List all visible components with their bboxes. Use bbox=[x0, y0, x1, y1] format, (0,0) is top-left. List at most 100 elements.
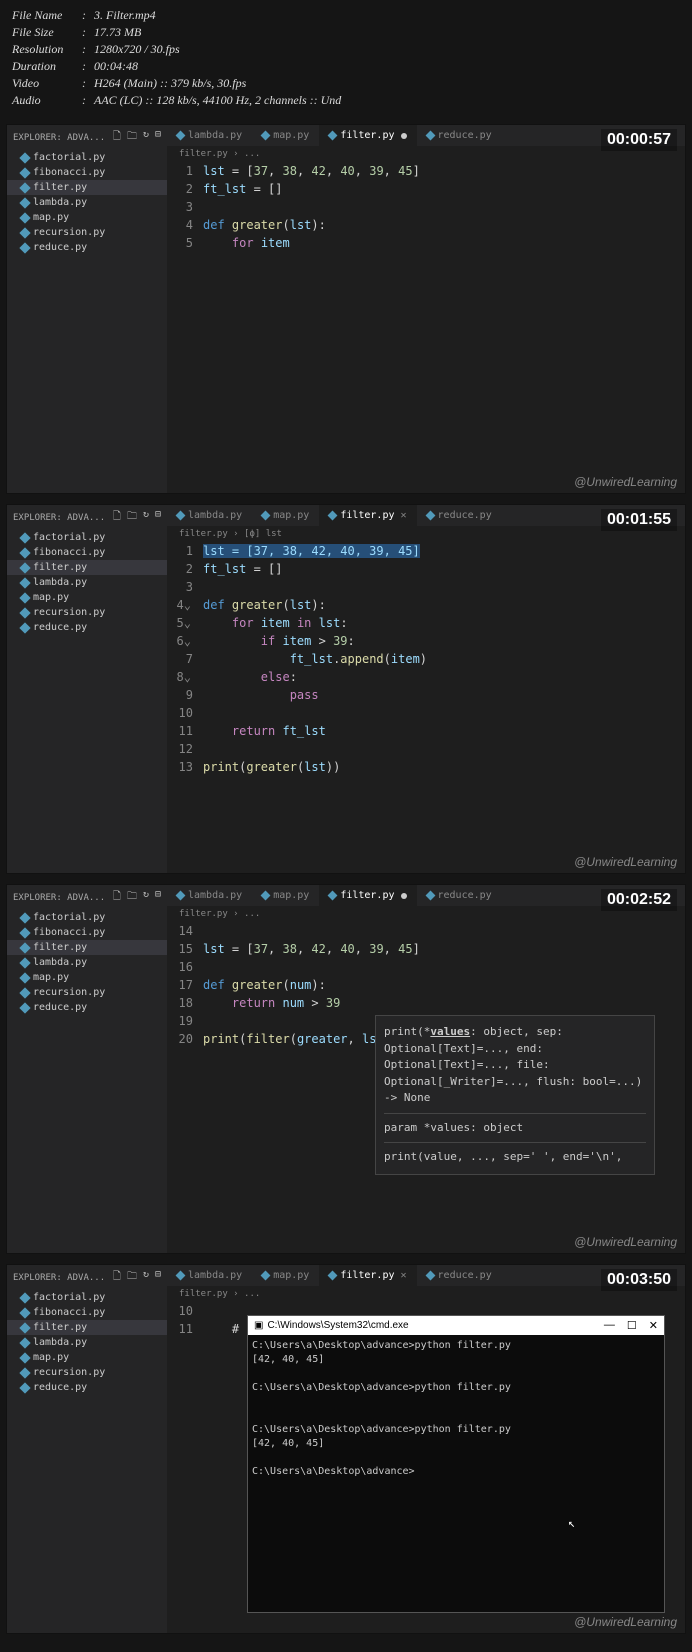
editor-tab[interactable]: reduce.py bbox=[417, 505, 502, 526]
editor-tab[interactable]: lambda.py bbox=[167, 505, 252, 526]
file-item[interactable]: factorial.py bbox=[7, 530, 167, 545]
file-item[interactable]: recursion.py bbox=[7, 1365, 167, 1380]
file-item[interactable]: reduce.py bbox=[7, 240, 167, 255]
file-item[interactable]: fibonacci.py bbox=[7, 545, 167, 560]
code-line[interactable] bbox=[203, 958, 685, 976]
code-line[interactable] bbox=[203, 740, 685, 758]
code-editor[interactable]: 12345 lst = [37, 38, 42, 40, 39, 45]ft_l… bbox=[167, 162, 685, 493]
file-item[interactable]: filter.py bbox=[7, 940, 167, 955]
file-item[interactable]: factorial.py bbox=[7, 1290, 167, 1305]
code-line[interactable]: lst = [37, 38, 42, 40, 39, 45] bbox=[203, 162, 685, 180]
file-item[interactable]: recursion.py bbox=[7, 225, 167, 240]
code-editor[interactable]: 1234⌄5⌄6⌄78⌄910111213 lst = [37, 38, 42,… bbox=[167, 542, 685, 873]
code-lines[interactable]: lst = [37, 38, 42, 40, 39, 45]ft_lst = [… bbox=[203, 162, 685, 493]
editor-tab[interactable]: map.py bbox=[252, 885, 319, 906]
tab-label: reduce.py bbox=[438, 130, 492, 141]
collapse-icon[interactable]: ⊟ bbox=[155, 129, 161, 146]
file-item[interactable]: map.py bbox=[7, 590, 167, 605]
file-item[interactable]: reduce.py bbox=[7, 1380, 167, 1395]
file-item[interactable]: filter.py bbox=[7, 560, 167, 575]
file-item[interactable]: reduce.py bbox=[7, 1000, 167, 1015]
line-number: 16 bbox=[167, 958, 193, 976]
code-line[interactable]: return num > 39 bbox=[203, 994, 685, 1012]
file-item[interactable]: filter.py bbox=[7, 1320, 167, 1335]
minimize-icon[interactable]: — bbox=[604, 1319, 615, 1332]
code-line[interactable]: lst = [37, 38, 42, 40, 39, 45] bbox=[203, 542, 685, 560]
code-line[interactable]: print(greater(lst)) bbox=[203, 758, 685, 776]
code-line[interactable]: for item bbox=[203, 234, 685, 252]
editor-tab[interactable]: map.py bbox=[252, 1265, 319, 1286]
file-item[interactable]: lambda.py bbox=[7, 575, 167, 590]
close-tab-icon[interactable]: ✕ bbox=[401, 510, 407, 521]
file-item[interactable]: reduce.py bbox=[7, 620, 167, 635]
code-line[interactable]: ft_lst = [] bbox=[203, 560, 685, 578]
file-item[interactable]: filter.py bbox=[7, 180, 167, 195]
new-file-icon[interactable]: 🗋 bbox=[113, 889, 121, 906]
editor-tab[interactable]: lambda.py bbox=[167, 1265, 252, 1286]
file-item[interactable]: fibonacci.py bbox=[7, 925, 167, 940]
new-folder-icon[interactable]: 🗀 bbox=[127, 509, 137, 526]
collapse-icon[interactable]: ⊟ bbox=[155, 509, 161, 526]
cmd-window[interactable]: ▣ C:\Windows\System32\cmd.exe — ☐ ✕ C:\U… bbox=[247, 1315, 665, 1613]
refresh-icon[interactable]: ↻ bbox=[143, 1269, 149, 1286]
editor-tab[interactable]: reduce.py bbox=[417, 125, 502, 146]
editor-tab[interactable]: reduce.py bbox=[417, 885, 502, 906]
editor-tab[interactable]: filter.py✕ bbox=[319, 1265, 416, 1286]
code-line[interactable]: ft_lst.append(item) bbox=[203, 650, 685, 668]
editor-tab[interactable]: map.py bbox=[252, 125, 319, 146]
code-line[interactable] bbox=[203, 578, 685, 596]
cmd-output[interactable]: C:\Users\a\Desktop\advance>python filter… bbox=[248, 1335, 664, 1612]
new-file-icon[interactable]: 🗋 bbox=[113, 509, 121, 526]
editor-tab[interactable]: filter.py✕ bbox=[319, 505, 416, 526]
code-line[interactable] bbox=[203, 198, 685, 216]
editor-tab[interactable]: map.py bbox=[252, 505, 319, 526]
file-item[interactable]: map.py bbox=[7, 210, 167, 225]
file-item[interactable]: map.py bbox=[7, 1350, 167, 1365]
code-line[interactable]: ft_lst = [] bbox=[203, 180, 685, 198]
code-line[interactable] bbox=[203, 922, 685, 940]
file-item[interactable]: recursion.py bbox=[7, 985, 167, 1000]
file-item[interactable]: lambda.py bbox=[7, 1335, 167, 1350]
code-line[interactable]: def greater(lst): bbox=[203, 216, 685, 234]
refresh-icon[interactable]: ↻ bbox=[143, 129, 149, 146]
file-item[interactable]: lambda.py bbox=[7, 195, 167, 210]
close-tab-icon[interactable]: ✕ bbox=[401, 1270, 407, 1281]
file-item[interactable]: fibonacci.py bbox=[7, 165, 167, 180]
maximize-icon[interactable]: ☐ bbox=[627, 1319, 637, 1332]
code-line[interactable]: def greater(num): bbox=[203, 976, 685, 994]
line-number: 2 bbox=[167, 180, 193, 198]
code-line[interactable]: for item in lst: bbox=[203, 614, 685, 632]
editor-tab[interactable]: reduce.py bbox=[417, 1265, 502, 1286]
file-item[interactable]: lambda.py bbox=[7, 955, 167, 970]
cmd-titlebar[interactable]: ▣ C:\Windows\System32\cmd.exe — ☐ ✕ bbox=[248, 1316, 664, 1335]
code-line[interactable] bbox=[203, 704, 685, 722]
code-line[interactable]: def greater(lst): bbox=[203, 596, 685, 614]
new-file-icon[interactable]: 🗋 bbox=[113, 1269, 121, 1286]
code-line[interactable]: if item > 39: bbox=[203, 632, 685, 650]
code-line[interactable]: else: bbox=[203, 668, 685, 686]
file-item[interactable]: fibonacci.py bbox=[7, 1305, 167, 1320]
editor-tab[interactable]: filter.py bbox=[319, 125, 416, 146]
code-line[interactable]: return ft_lst bbox=[203, 722, 685, 740]
close-icon[interactable]: ✕ bbox=[649, 1319, 658, 1332]
editor-tab[interactable]: lambda.py bbox=[167, 125, 252, 146]
python-file-icon bbox=[19, 577, 30, 588]
file-item[interactable]: factorial.py bbox=[7, 910, 167, 925]
editor-tab[interactable]: lambda.py bbox=[167, 885, 252, 906]
new-file-icon[interactable]: 🗋 bbox=[113, 129, 121, 146]
code-line[interactable]: pass bbox=[203, 686, 685, 704]
editor-tab[interactable]: filter.py bbox=[319, 885, 416, 906]
file-item[interactable]: factorial.py bbox=[7, 150, 167, 165]
code-line[interactable]: lst = [37, 38, 42, 40, 39, 45] bbox=[203, 940, 685, 958]
code-lines[interactable]: lst = [37, 38, 42, 40, 39, 45]ft_lst = [… bbox=[203, 542, 685, 873]
refresh-icon[interactable]: ↻ bbox=[143, 509, 149, 526]
file-item[interactable]: recursion.py bbox=[7, 605, 167, 620]
new-folder-icon[interactable]: 🗀 bbox=[127, 1269, 137, 1286]
refresh-icon[interactable]: ↻ bbox=[143, 889, 149, 906]
collapse-icon[interactable]: ⊟ bbox=[155, 889, 161, 906]
python-file-icon bbox=[328, 511, 338, 521]
new-folder-icon[interactable]: 🗀 bbox=[127, 889, 137, 906]
new-folder-icon[interactable]: 🗀 bbox=[127, 129, 137, 146]
file-item[interactable]: map.py bbox=[7, 970, 167, 985]
collapse-icon[interactable]: ⊟ bbox=[155, 1269, 161, 1286]
